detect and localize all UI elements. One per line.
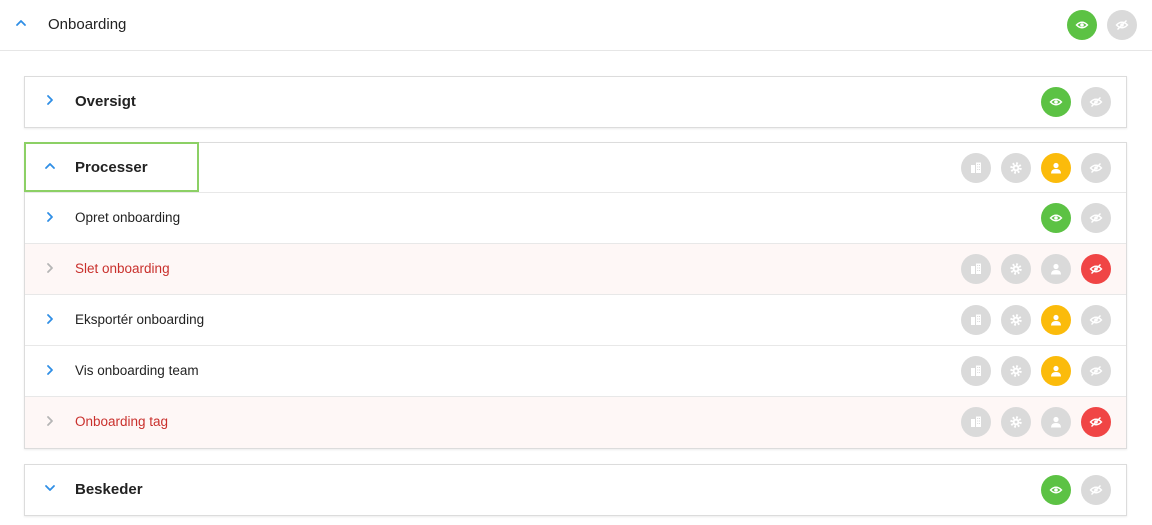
list-item[interactable]: Slet onboarding [25,244,1126,295]
onboarding-header: Onboarding [0,0,1152,51]
chevron-right-icon[interactable] [43,210,57,224]
eye-icon [1075,21,1089,29]
eye-off-icon [1089,213,1103,223]
settings-button[interactable] [1001,356,1031,386]
user-icon [1051,263,1061,275]
user-icon [1051,314,1061,326]
section-beskeder: Beskeder [24,464,1127,516]
page-title: Onboarding [48,16,127,33]
section-header[interactable]: Oversigt [25,77,1126,127]
chevron-down-icon[interactable] [43,481,57,495]
visible-button[interactable] [1041,203,1071,233]
chevron-up-icon[interactable] [43,159,57,173]
settings-button[interactable] [1001,254,1031,284]
section-oversigt: Oversigt [24,76,1127,128]
section-title: Beskeder [75,481,143,498]
settings-button[interactable] [1001,153,1031,183]
building-icon [971,365,981,376]
building-icon [971,314,981,325]
section-title: Oversigt [75,93,136,110]
eye-off-icon [1089,163,1103,173]
visible-button[interactable] [1041,87,1071,117]
hidden-button[interactable] [1081,203,1111,233]
eye-off-icon [1089,315,1103,325]
hidden-button[interactable] [1081,87,1111,117]
organization-button[interactable] [961,254,991,284]
user-button[interactable] [1041,407,1071,437]
section-header[interactable]: Beskeder [25,465,1126,515]
gear-icon [1010,263,1022,275]
user-button[interactable] [1041,305,1071,335]
list-item[interactable]: Vis onboarding team [25,346,1126,397]
chevron-right-icon[interactable] [43,312,57,326]
user-button[interactable] [1041,153,1071,183]
building-icon [971,263,981,274]
chevron-right-icon[interactable] [43,261,57,275]
chevron-right-icon[interactable] [43,93,57,107]
organization-button[interactable] [961,407,991,437]
eye-off-icon [1089,485,1103,495]
user-button[interactable] [1041,356,1071,386]
building-icon [971,416,981,427]
item-label: Opret onboarding [75,210,181,225]
chevron-up-icon[interactable] [14,16,28,30]
visible-button[interactable] [1041,475,1071,505]
user-icon [1051,416,1061,428]
settings-button[interactable] [1001,305,1031,335]
section-processer: Processer Opret onboarding Slet onboardi… [24,142,1127,449]
eye-icon [1049,214,1063,222]
gear-icon [1010,314,1022,326]
hidden-button[interactable] [1081,305,1111,335]
list-item[interactable]: Onboarding tag [25,397,1126,448]
eye-off-icon [1089,417,1103,427]
eye-icon [1049,98,1063,106]
item-label: Onboarding tag [75,414,169,429]
gear-icon [1010,416,1022,428]
list-item[interactable]: Eksportér onboarding [25,295,1126,346]
user-button[interactable] [1041,254,1071,284]
settings-button[interactable] [1001,407,1031,437]
section-title: Processer [75,159,148,176]
hidden-button[interactable] [1107,10,1137,40]
building-icon [971,162,981,173]
hidden-button[interactable] [1081,153,1111,183]
organization-button[interactable] [961,153,991,183]
organization-button[interactable] [961,305,991,335]
chevron-right-icon[interactable] [43,363,57,377]
user-icon [1051,162,1061,174]
item-label: Slet onboarding [75,261,170,276]
hidden-button[interactable] [1081,356,1111,386]
eye-off-icon [1089,97,1103,107]
hidden-button[interactable] [1081,475,1111,505]
user-icon [1051,365,1061,377]
eye-off-icon [1115,20,1129,30]
section-header[interactable]: Processer [24,142,1126,193]
eye-off-icon [1089,366,1103,376]
organization-button[interactable] [961,356,991,386]
item-label: Eksportér onboarding [75,312,205,327]
chevron-right-icon[interactable] [43,414,57,428]
visible-button[interactable] [1067,10,1097,40]
eye-icon [1049,486,1063,494]
item-label: Vis onboarding team [75,363,199,378]
hidden-button[interactable] [1081,407,1111,437]
hidden-button[interactable] [1081,254,1111,284]
eye-off-icon [1089,264,1103,274]
gear-icon [1010,162,1022,174]
list-item[interactable]: Opret onboarding [25,193,1126,244]
gear-icon [1010,365,1022,377]
